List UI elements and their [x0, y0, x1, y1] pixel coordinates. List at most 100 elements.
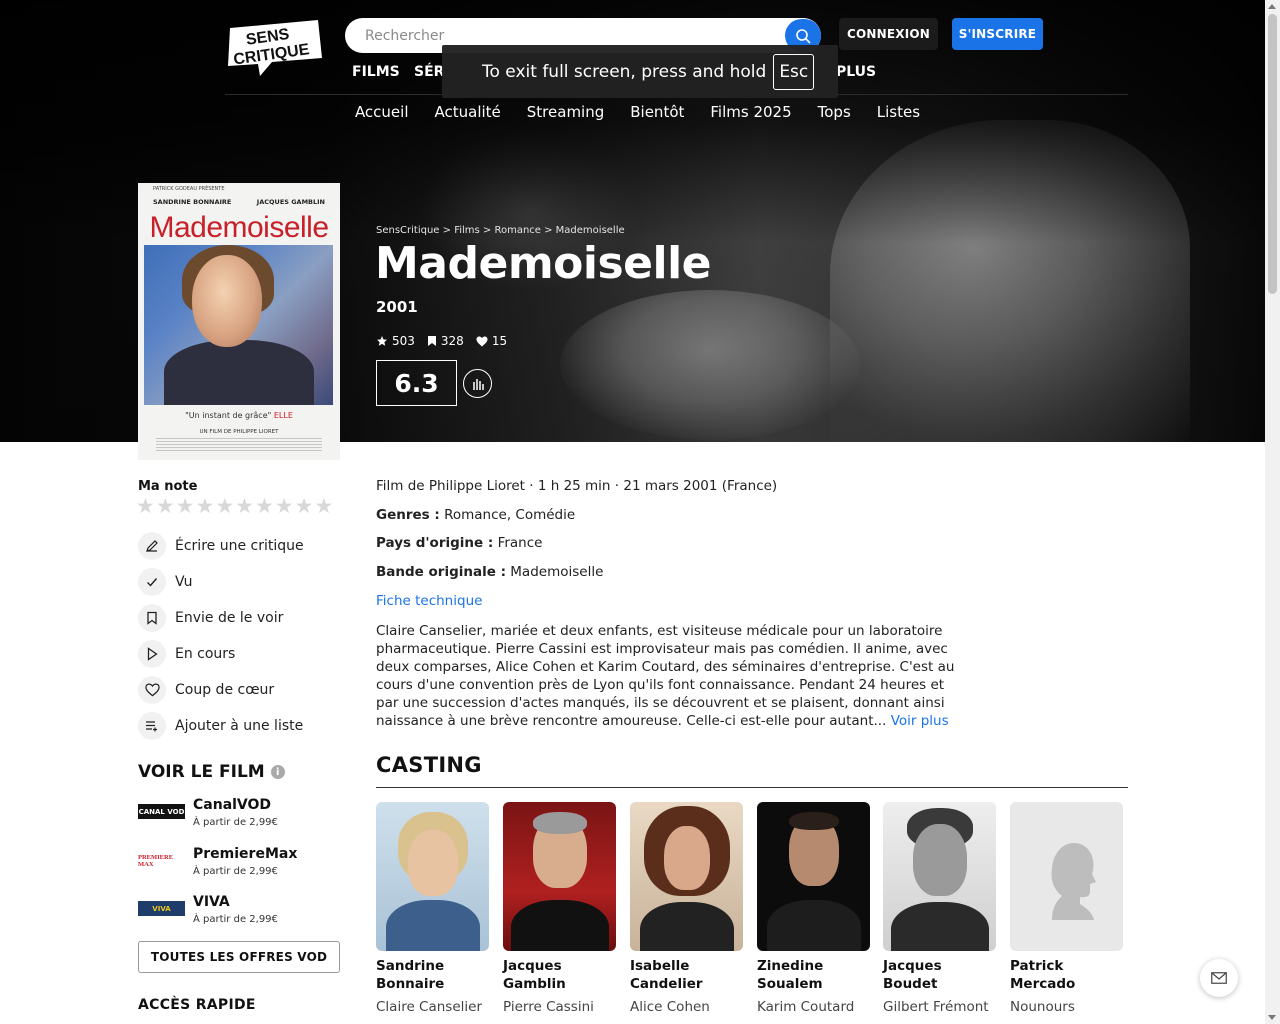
scroll-up-arrow-icon[interactable] — [1268, 4, 1276, 9]
stat-favorites[interactable]: 15 — [476, 334, 507, 348]
rating-star-6[interactable]: ★ — [235, 495, 254, 517]
senscritique-logo[interactable]: SENS CRITIQUE — [224, 18, 326, 78]
nav-plus[interactable]: PLUS — [836, 64, 876, 80]
wishlist-count: 328 — [440, 334, 464, 348]
cast-photo-body — [891, 902, 989, 951]
cast-card[interactable]: Patrick Mercado Nounours — [1010, 802, 1123, 1016]
cast-photo-body — [386, 900, 480, 951]
rating-star-1[interactable]: ★ — [136, 495, 155, 517]
technical-sheet-link[interactable]: Fiche technique — [376, 593, 482, 609]
rating-star-4[interactable]: ★ — [195, 495, 214, 517]
action-label: Envie de le voir — [175, 610, 284, 626]
search-icon — [796, 28, 811, 43]
film-poster[interactable]: PATRICK GODEAU PRÉSENTE SANDRINE BONNAIR… — [138, 183, 340, 460]
soundtrack-value[interactable]: Mademoiselle — [510, 564, 603, 580]
cast-card[interactable]: Sandrine Bonnaire Claire Canselier — [376, 802, 489, 1016]
rating-star-5[interactable]: ★ — [215, 495, 234, 517]
stat-wishlist[interactable]: 328 — [427, 334, 464, 348]
read-more-link[interactable]: Voir plus — [891, 713, 949, 729]
stat-ratings[interactable]: 503 — [376, 334, 415, 348]
cast-card[interactable]: Isabelle Candelier Alice Cohen — [630, 802, 743, 1016]
nav-films[interactable]: FILMS — [352, 64, 400, 80]
action-label: Coup de cœur — [175, 682, 275, 698]
rating-star-10[interactable]: ★ — [314, 495, 333, 517]
cast-photo-placeholder — [1010, 802, 1123, 951]
rating-star-7[interactable]: ★ — [255, 495, 274, 517]
cast-card[interactable]: Jacques Boudet Gilbert Frémont — [883, 802, 996, 1016]
offer-premieremax[interactable]: PREMIERE MAX PremiereMax À partir de 2,9… — [138, 846, 340, 888]
action-favorite[interactable]: Coup de cœur — [138, 676, 338, 704]
poster-actors: SANDRINE BONNAIRE JACQUES GAMBLIN — [153, 198, 325, 206]
action-seen[interactable]: Vu — [138, 568, 338, 596]
scrollbar-thumb[interactable] — [1268, 14, 1277, 294]
scroll-down-arrow-icon[interactable] — [1268, 1015, 1276, 1020]
action-write-review[interactable]: Écrire une critique — [138, 532, 338, 560]
esc-key-badge: Esc — [773, 53, 815, 90]
person-silhouette-icon — [1050, 842, 1096, 920]
heart-icon — [476, 336, 488, 346]
rating-star-3[interactable]: ★ — [176, 495, 195, 517]
page-scrollbar[interactable] — [1265, 0, 1280, 1024]
poster-credits — [156, 438, 322, 452]
action-label: Écrire une critique — [175, 538, 304, 554]
poster-quote-source: ELLE — [273, 411, 293, 420]
star-icon — [377, 336, 387, 346]
cast-name: Patrick Mercado — [1010, 958, 1076, 992]
genres-value[interactable]: Romance, Comédie — [444, 507, 575, 523]
play-icon — [138, 640, 166, 668]
poster-actor-left: SANDRINE BONNAIRE — [153, 198, 232, 206]
rating-star-8[interactable]: ★ — [275, 495, 294, 517]
subnav-actualite[interactable]: Actualité — [435, 103, 501, 121]
bookmark-icon — [427, 336, 436, 346]
cast-photo-hair — [533, 812, 587, 834]
average-rating: 6.3 — [376, 360, 457, 406]
rating-distribution-button[interactable] — [463, 369, 492, 398]
subnav-tops[interactable]: Tops — [818, 103, 851, 121]
nav-series[interactable]: SÉR — [414, 64, 444, 80]
subnav-bientot[interactable]: Bientôt — [630, 103, 684, 121]
cast-photo — [376, 802, 489, 951]
pencil-icon — [138, 532, 166, 560]
film-country: Pays d'origine : France — [376, 535, 542, 551]
subnav-streaming[interactable]: Streaming — [527, 103, 604, 121]
mail-icon — [1211, 972, 1227, 984]
film-soundtrack: Bande originale : Mademoiselle — [376, 564, 603, 580]
subnav-listes[interactable]: Listes — [877, 103, 920, 121]
contact-mail-button[interactable] — [1200, 959, 1238, 997]
cast-name: Jacques Gamblin — [503, 958, 566, 992]
rating-star-9[interactable]: ★ — [295, 495, 314, 517]
soundtrack-label: Bande originale : — [376, 564, 506, 580]
action-in-progress[interactable]: En cours — [138, 640, 338, 668]
breadcrumb[interactable]: SensCritique > Films > Romance > Mademoi… — [376, 225, 625, 236]
cast-card[interactable]: Zinedine Soualem Karim Coutard — [757, 802, 870, 1016]
casting-divider — [376, 787, 1128, 788]
page-title: Mademoiselle — [375, 238, 712, 289]
cast-photo-face — [913, 824, 967, 896]
offer-price: À partir de 2,99€ — [193, 817, 278, 828]
subnav-accueil[interactable]: Accueil — [355, 103, 409, 121]
info-icon[interactable]: i — [270, 765, 285, 779]
cast-photo-body — [511, 900, 609, 951]
offer-viva[interactable]: VIVA VIVA À partir de 2,99€ — [138, 894, 340, 936]
toast-text: To exit full screen, press and hold — [482, 61, 767, 82]
subnav-films-2025[interactable]: Films 2025 — [710, 103, 791, 121]
rating-star-2[interactable]: ★ — [156, 495, 175, 517]
login-button[interactable]: CONNEXION — [839, 18, 938, 50]
cast-photo — [630, 802, 743, 951]
cast-role: Pierre Cassini — [503, 999, 594, 1015]
cast-role: Nounours — [1010, 999, 1075, 1015]
viva-logo: VIVA — [138, 901, 185, 916]
action-want-to-see[interactable]: Envie de le voir — [138, 604, 338, 632]
cast-photo — [503, 802, 616, 951]
cast-role: Claire Canselier — [376, 999, 483, 1015]
signup-button[interactable]: S'INSCRIRE — [952, 18, 1043, 50]
offer-canalvod[interactable]: CANAL VOD CanalVOD À partir de 2,99€ — [138, 797, 340, 839]
action-add-to-list[interactable]: Ajouter à une liste — [138, 712, 338, 740]
action-label: Ajouter à une liste — [175, 718, 304, 734]
genres-label: Genres : — [376, 507, 440, 523]
cast-card[interactable]: Jacques Gamblin Pierre Cassini — [503, 802, 616, 1016]
cast-name: Jacques Boudet — [883, 958, 942, 992]
cast-photo — [757, 802, 870, 951]
all-vod-offers-button[interactable]: TOUTES LES OFFRES VOD — [138, 941, 340, 973]
sub-nav: Accueil Actualité Streaming Bientôt Film… — [0, 103, 1265, 121]
